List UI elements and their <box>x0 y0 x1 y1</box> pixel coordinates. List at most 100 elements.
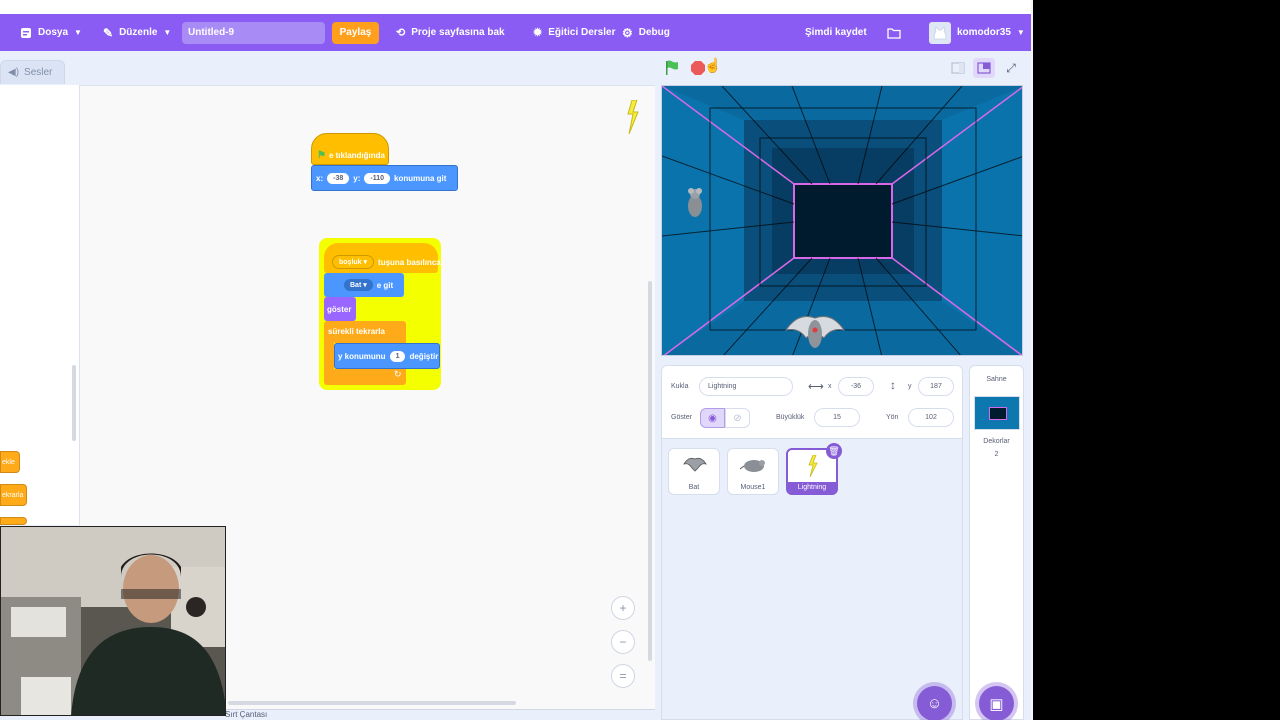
when-key-pressed-block[interactable]: boşluk ▾ tuşuna basılınca <box>324 243 441 273</box>
backdrops-label: Dekorlar <box>983 438 1010 445</box>
debug-button[interactable]: ⚙ Debug <box>622 14 670 51</box>
script-key-pressed[interactable]: boşluk ▾ tuşuna basılınca Bat ▾ e git gö… <box>319 238 441 390</box>
stage-panel[interactable]: Sahne Dekorlar 2 <box>969 365 1024 720</box>
change-y-label: y konumunu <box>338 351 386 361</box>
chevron-down-icon: ▼ <box>1016 28 1025 37</box>
key-dropdown[interactable]: boşluk ▾ <box>332 255 375 269</box>
project-title-input[interactable]: Untitled-9 <box>182 22 325 44</box>
goto-label: konumuna git <box>394 173 447 183</box>
lightbulb-icon: ✹ <box>533 27 543 39</box>
editor-tabs: ◀) Sesler <box>0 51 655 85</box>
save-now-button[interactable]: Şimdi kaydet <box>805 14 867 51</box>
menu-bar: Dosya ▼ ✎ Düzenle ▼ Untitled-9 Paylaş ⟲ … <box>0 14 1031 51</box>
normal-stage-icon <box>977 62 991 74</box>
tutorials-label: Eğitici Dersler <box>548 27 616 38</box>
folder-icon[interactable] <box>887 14 901 51</box>
change-y-text: değiştir <box>409 351 439 361</box>
y-input[interactable]: -110 <box>364 172 390 184</box>
direction-input[interactable]: 102 <box>908 408 954 427</box>
palette-block[interactable] <box>0 517 27 525</box>
y-coord-input[interactable]: 187 <box>918 377 954 396</box>
when-flag-clicked-block[interactable]: ⚑ e tıklandığında <box>311 133 389 165</box>
bat-sprite <box>784 316 846 348</box>
see-project-page-label: Proje sayfasına bak <box>411 27 505 38</box>
backdrop-thumbnail[interactable] <box>973 396 1020 430</box>
choose-backdrop-button[interactable]: ▣ <box>979 686 1014 720</box>
username: komodor35 <box>957 27 1011 38</box>
fullscreen-button[interactable]: ⤢ <box>1000 58 1022 78</box>
speaker-icon: ◀) <box>8 67 20 78</box>
edit-menu[interactable]: ✎ Düzenle ▼ <box>103 14 171 51</box>
sprite-tile-mouse1[interactable]: Mouse1 <box>727 448 779 495</box>
sprite-list: Bat Mouse1 Lightning <box>661 439 963 720</box>
eye-icon: ◉ <box>708 412 717 424</box>
sprite-tile-bat[interactable]: Bat <box>668 448 720 495</box>
lightning-thumbnail <box>808 455 818 477</box>
file-menu-label: Dosya <box>38 27 69 38</box>
sprite-name-input[interactable]: Lightning <box>699 377 793 396</box>
stage-canvas[interactable] <box>661 85 1023 356</box>
x-arrows-icon: ⟷ <box>808 381 824 393</box>
zoom-reset-button[interactable]: = <box>611 664 635 688</box>
target-dropdown[interactable]: Bat ▾ <box>344 279 373 291</box>
account-menu[interactable]: komodor35 ▼ <box>929 14 1025 51</box>
x-coord-input[interactable]: -36 <box>838 377 874 396</box>
sprite-info-panel: Kukla Lightning ⟷ x -36 ↕ y 187 Göster ◉… <box>661 365 963 439</box>
backpack[interactable]: Sırt Çantası <box>225 709 655 720</box>
webcam-video <box>1 527 225 715</box>
see-project-page-button[interactable]: ⟲ Proje sayfasına bak <box>396 14 505 51</box>
stage-panel-title: Sahne <box>986 376 1007 383</box>
normal-stage-button[interactable] <box>973 58 995 78</box>
choose-sprite-button[interactable]: ☺ <box>917 686 952 720</box>
change-y-input[interactable]: 1 <box>389 350 406 362</box>
x-input[interactable]: -38 <box>327 172 350 184</box>
y-label: y: <box>353 173 361 183</box>
share-button[interactable]: Paylaş <box>332 22 379 44</box>
palette-scrollbar[interactable] <box>72 365 76 441</box>
chevron-down-icon: ▼ <box>74 28 82 37</box>
mouse-thumbnail <box>740 460 765 472</box>
sprite-name-label: Kukla <box>671 383 689 390</box>
zoom-in-button[interactable]: + <box>611 596 635 620</box>
avatar <box>929 21 951 44</box>
vertical-scrollbar[interactable] <box>648 281 652 661</box>
stage-header: ☝ ⤢ <box>655 51 1031 85</box>
x-coord-label: x <box>828 383 832 390</box>
change-y-block[interactable]: y konumunu 1 değiştir <box>334 343 440 369</box>
green-flag-button[interactable] <box>661 58 683 78</box>
go-to-sprite-block[interactable]: Bat ▾ e git <box>324 273 404 297</box>
backdrops-count: 2 <box>994 451 999 458</box>
palette-block[interactable]: ekrarla <box>0 484 27 506</box>
show-label: Göster <box>671 414 693 421</box>
backpack-label: Sırt Çantası <box>225 710 268 719</box>
fullscreen-icon: ⤢ <box>1006 60 1016 75</box>
sprite-tile-label: Lightning <box>788 482 836 493</box>
green-flag-icon <box>666 60 678 75</box>
sprite-tile-label: Bat <box>688 484 700 491</box>
tutorials-button[interactable]: ✹ Eğitici Dersler <box>533 14 615 51</box>
mouse-sprite <box>688 188 702 217</box>
mouse-cursor-icon: ☝ <box>704 57 722 73</box>
y-arrows-icon: ↕ <box>890 378 896 392</box>
sprite-tile-label: Mouse1 <box>740 484 766 491</box>
zoom-out-button[interactable]: − <box>611 630 635 654</box>
hat-label: e tıklandığında <box>328 150 385 160</box>
palette-block[interactable]: ekle <box>0 451 20 473</box>
forever-block[interactable]: sürekli tekrarla ↻ y konumunu 1 değiştir <box>324 321 440 385</box>
horizontal-scrollbar[interactable] <box>228 701 516 705</box>
show-visible-button[interactable]: ◉ <box>700 408 725 428</box>
y-coord-label: y <box>908 383 912 390</box>
goto2-label: e git <box>376 280 394 290</box>
show-hidden-button[interactable]: ⊘ <box>725 408 750 428</box>
size-label: Büyüklük <box>776 414 805 421</box>
forever-label: sürekli tekrarla <box>328 327 385 336</box>
go-to-xy-block[interactable]: x: -38 y: -110 konumuna git <box>311 165 458 191</box>
eye-slash-icon: ⊘ <box>733 412 742 424</box>
delete-sprite-button[interactable]: 🗑 <box>826 443 842 459</box>
green-flag-icon: ⚑ <box>317 149 326 161</box>
size-input[interactable]: 15 <box>814 408 860 427</box>
tab-sounds[interactable]: ◀) Sesler <box>0 60 65 84</box>
small-stage-button[interactable] <box>947 58 969 78</box>
show-block[interactable]: göster <box>324 297 356 321</box>
file-menu[interactable]: Dosya ▼ <box>20 14 82 51</box>
